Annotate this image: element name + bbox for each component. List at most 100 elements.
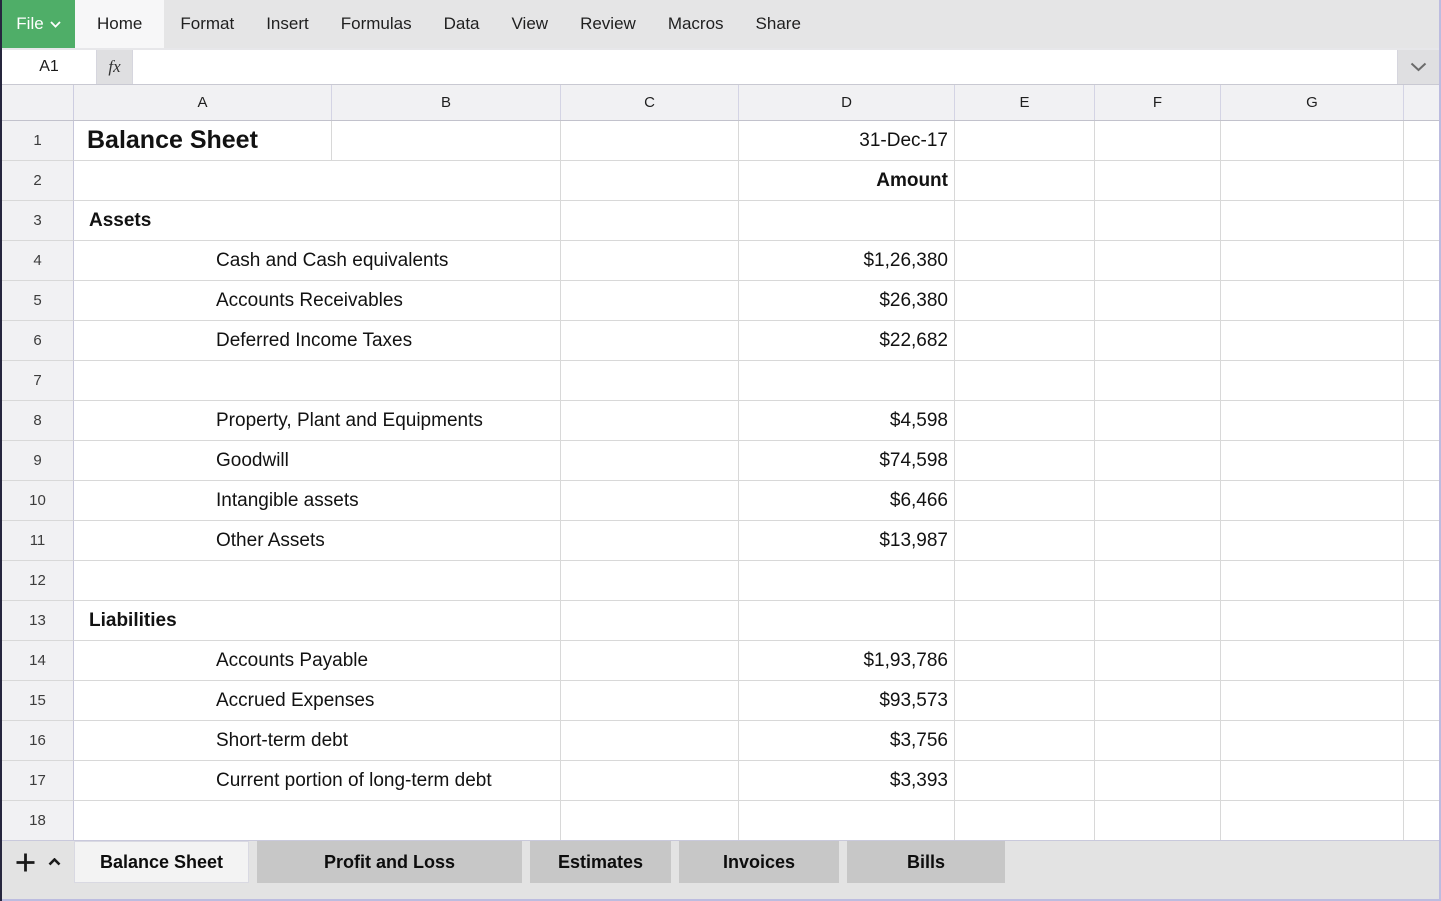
row-number[interactable]: 14 — [2, 641, 74, 681]
row-number[interactable]: 17 — [2, 761, 74, 801]
row-number[interactable]: 18 — [2, 801, 74, 840]
cell-amount[interactable]: $74,598 — [739, 441, 955, 481]
cell[interactable] — [1095, 121, 1221, 161]
cell-amount[interactable]: $3,393 — [739, 761, 955, 801]
cell-label[interactable]: Intangible assets — [74, 481, 561, 521]
cell[interactable] — [1221, 201, 1404, 241]
menu-item-data[interactable]: Data — [428, 0, 496, 48]
row-number[interactable]: 6 — [2, 321, 74, 361]
cell-amount[interactable] — [739, 201, 955, 241]
cell[interactable] — [1404, 361, 1439, 401]
cell[interactable] — [1404, 721, 1439, 761]
cell-amount[interactable]: $1,93,786 — [739, 641, 955, 681]
cell[interactable] — [955, 321, 1095, 361]
cell[interactable] — [1404, 761, 1439, 801]
cell-amount[interactable]: $93,573 — [739, 681, 955, 721]
cell[interactable] — [1095, 561, 1221, 601]
cell[interactable] — [1404, 601, 1439, 641]
cell-amount[interactable] — [739, 601, 955, 641]
cell[interactable] — [1221, 321, 1404, 361]
cell[interactable] — [1404, 641, 1439, 681]
row-number[interactable]: 9 — [2, 441, 74, 481]
cell[interactable] — [1221, 361, 1404, 401]
row-number[interactable]: 16 — [2, 721, 74, 761]
cell-amount[interactable]: $1,26,380 — [739, 241, 955, 281]
cell[interactable] — [1404, 521, 1439, 561]
cell-label[interactable]: Accounts Receivables — [74, 281, 561, 321]
cell[interactable] — [739, 801, 955, 840]
cell[interactable] — [1221, 681, 1404, 721]
cell[interactable] — [561, 801, 739, 840]
cell-label[interactable]: Deferred Income Taxes — [74, 321, 561, 361]
cell[interactable] — [1095, 601, 1221, 641]
cell-amount-header[interactable]: Amount — [739, 161, 955, 201]
cell-label[interactable]: Accounts Payable — [74, 641, 561, 681]
row-number[interactable]: 2 — [2, 161, 74, 201]
cell[interactable] — [1404, 241, 1439, 281]
cell-amount[interactable]: $4,598 — [739, 401, 955, 441]
cell[interactable] — [1095, 681, 1221, 721]
cell-label[interactable]: Property, Plant and Equipments — [74, 401, 561, 441]
cell[interactable] — [739, 361, 955, 401]
cell[interactable] — [561, 361, 739, 401]
cell[interactable] — [955, 441, 1095, 481]
menu-item-insert[interactable]: Insert — [250, 0, 325, 48]
cell[interactable] — [74, 361, 561, 401]
cell[interactable] — [1404, 121, 1439, 161]
sheet-tab-bills[interactable]: Bills — [847, 841, 1005, 883]
cell[interactable] — [955, 121, 1095, 161]
cell[interactable] — [1404, 201, 1439, 241]
cell[interactable] — [561, 561, 739, 601]
cell[interactable] — [955, 561, 1095, 601]
cell[interactable] — [1095, 401, 1221, 441]
cell[interactable] — [1404, 801, 1439, 840]
cell[interactable] — [561, 721, 739, 761]
row-number[interactable]: 15 — [2, 681, 74, 721]
file-menu-button[interactable]: File — [2, 0, 75, 48]
cell-amount[interactable]: $3,756 — [739, 721, 955, 761]
cell-reference-box[interactable]: A1 — [2, 50, 97, 84]
cell-date[interactable]: 31-Dec-17 — [739, 121, 955, 161]
cell[interactable] — [561, 161, 739, 201]
row-number[interactable]: 7 — [2, 361, 74, 401]
cell[interactable] — [955, 201, 1095, 241]
cell-label[interactable]: Other Assets — [74, 521, 561, 561]
cell[interactable] — [1404, 681, 1439, 721]
cell-label[interactable]: Current portion of long-term debt — [74, 761, 561, 801]
cell[interactable] — [1095, 441, 1221, 481]
cell-amount[interactable]: $13,987 — [739, 521, 955, 561]
row-number[interactable]: 8 — [2, 401, 74, 441]
row-number[interactable]: 3 — [2, 201, 74, 241]
cell[interactable] — [332, 121, 561, 161]
cell[interactable] — [561, 241, 739, 281]
cell[interactable] — [561, 641, 739, 681]
cell[interactable] — [561, 681, 739, 721]
cell[interactable] — [561, 121, 739, 161]
select-all-corner[interactable] — [2, 85, 74, 120]
cell[interactable] — [1221, 281, 1404, 321]
cell[interactable] — [1404, 561, 1439, 601]
cell[interactable] — [561, 601, 739, 641]
cell[interactable] — [1404, 441, 1439, 481]
cell-label[interactable]: Goodwill — [74, 441, 561, 481]
row-number[interactable]: 10 — [2, 481, 74, 521]
cell[interactable] — [561, 401, 739, 441]
row-number[interactable]: 11 — [2, 521, 74, 561]
fx-button[interactable]: fx — [97, 50, 133, 84]
cell-amount[interactable]: $26,380 — [739, 281, 955, 321]
cell[interactable] — [1095, 281, 1221, 321]
cell[interactable] — [955, 721, 1095, 761]
menu-item-formulas[interactable]: Formulas — [325, 0, 428, 48]
cell-amount[interactable]: $6,466 — [739, 481, 955, 521]
cell[interactable] — [1221, 401, 1404, 441]
menu-item-review[interactable]: Review — [564, 0, 652, 48]
cell[interactable] — [561, 521, 739, 561]
cell[interactable] — [1221, 521, 1404, 561]
cell[interactable] — [1095, 321, 1221, 361]
cell-section-label[interactable]: Liabilities — [74, 601, 561, 641]
cell[interactable] — [561, 441, 739, 481]
cell[interactable] — [1221, 641, 1404, 681]
cell[interactable] — [1221, 441, 1404, 481]
cell[interactable] — [1221, 601, 1404, 641]
row-number[interactable]: 5 — [2, 281, 74, 321]
